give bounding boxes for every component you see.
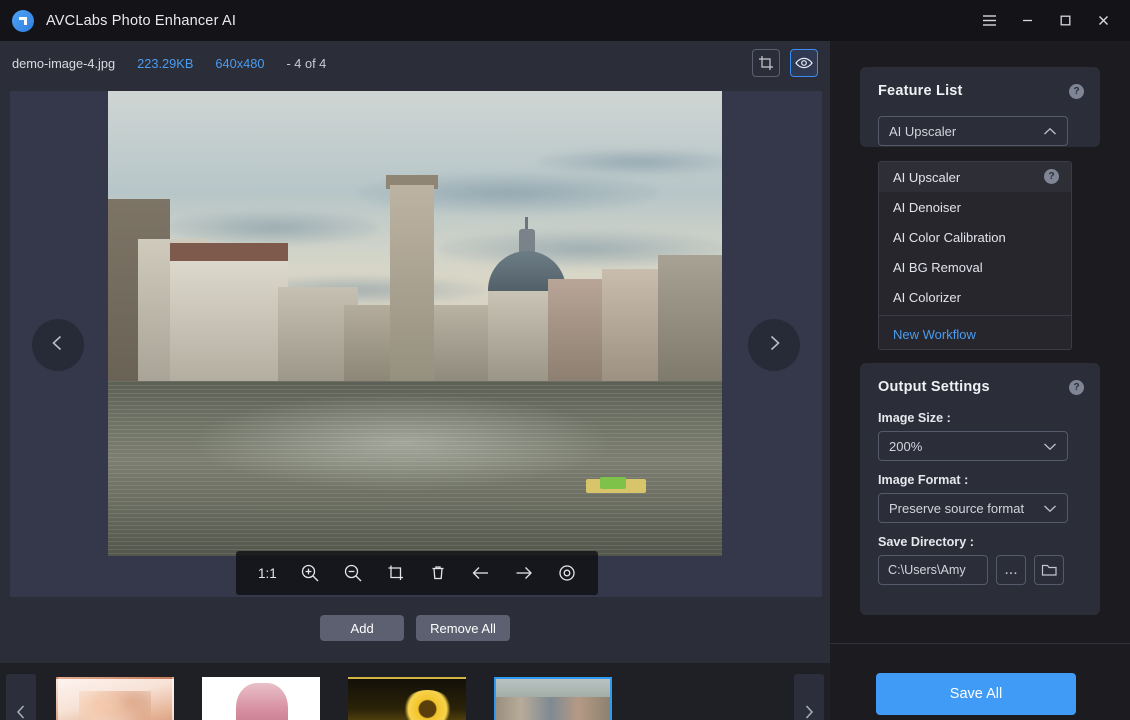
trash-icon[interactable] [423,558,453,588]
feature-select-value: AI Upscaler [889,124,956,139]
chevron-up-icon [1043,124,1057,139]
feature-option-label: AI Colorizer [893,290,961,305]
dropdown-divider [879,315,1071,316]
save-directory-row: C:\Users\Amy ... [878,555,1064,585]
settings-sidebar: Feature List ? AI Upscaler Output Settin… [830,41,1130,720]
hamburger-menu-icon[interactable] [970,0,1008,41]
window-controls [970,0,1130,41]
image-format-label: Image Format : [878,473,968,487]
file-info-bar: demo-image-4.jpg 223.29KB 640x480 - 4 of… [0,41,830,85]
title-bar: AVCLabs Photo Enhancer AI [0,0,1130,41]
thumbnail-sunflower[interactable] [348,677,466,720]
image-format-select[interactable]: Preserve source format [878,493,1068,523]
feature-option-ai-upscaler[interactable]: AI Upscaler ? [879,162,1071,192]
preview-image [108,91,722,556]
help-icon[interactable]: ? [1044,169,1059,184]
preview-mode-buttons [752,49,818,77]
new-workflow-label: New Workflow [893,327,976,342]
remove-all-button[interactable]: Remove All [416,615,510,641]
add-button[interactable]: Add [320,615,404,641]
building [488,291,552,381]
crop-icon[interactable] [752,49,780,77]
strip-next-button[interactable] [794,674,824,720]
help-icon[interactable]: ? [1069,84,1084,99]
minimize-icon[interactable] [1008,0,1046,41]
previous-image-button[interactable] [32,319,84,371]
editor-area: demo-image-4.jpg 223.29KB 640x480 - 4 of… [0,41,830,720]
thumbnail-list [42,677,788,720]
building [170,261,288,381]
file-name: demo-image-4.jpg [12,56,115,71]
feature-option-ai-colorizer[interactable]: AI Colorizer [879,282,1071,312]
eye-icon[interactable] [790,49,818,77]
building [658,255,722,381]
next-image-button[interactable] [748,319,800,371]
strip-prev-button[interactable] [6,674,36,720]
feature-list-card: Feature List ? AI Upscaler [860,67,1100,147]
close-icon[interactable] [1084,0,1122,41]
thumbnail-venice-canal[interactable] [494,677,612,720]
thumbnail-anime-portrait[interactable] [202,677,320,720]
file-counter: - 4 of 4 [286,56,326,71]
feature-list-title: Feature List [878,83,963,99]
app-window: AVCLabs Photo Enhancer AI demo-image [0,0,1130,720]
footer-divider [830,643,1130,644]
arrow-right-icon[interactable] [509,558,539,588]
feature-option-ai-denoiser[interactable]: AI Denoiser [879,192,1071,222]
maximize-icon[interactable] [1046,0,1084,41]
water-reflection [108,381,722,556]
chevron-down-icon [1043,501,1057,516]
building [602,269,662,381]
eye-icon[interactable] [552,558,582,588]
feature-option-label: AI Denoiser [893,200,961,215]
save-all-button[interactable]: Save All [876,673,1076,715]
browse-button[interactable]: ... [996,555,1026,585]
file-size: 223.29KB [137,56,193,71]
image-size-value: 200% [889,439,922,454]
boat-accent [600,477,626,489]
actual-size-button[interactable]: 1:1 [252,558,282,588]
chevron-left-icon [48,333,68,358]
dome-lantern [519,229,535,253]
help-icon[interactable]: ? [1069,380,1084,395]
thumbnail-friends-selfie[interactable] [56,677,174,720]
feature-option-label: AI Upscaler [893,170,960,185]
thumbnail-strip [0,663,830,720]
building [548,279,606,381]
file-dimensions: 640x480 [215,56,264,71]
zoom-out-icon[interactable] [338,558,368,588]
folder-open-icon[interactable] [1034,555,1064,585]
save-directory-input[interactable]: C:\Users\Amy [878,555,988,585]
feature-option-label: AI Color Calibration [893,230,1006,245]
zoom-in-icon[interactable] [295,558,325,588]
feature-option-ai-color-calibration[interactable]: AI Color Calibration [879,222,1071,252]
image-size-select[interactable]: 200% [878,431,1068,461]
feature-option-ai-bg-removal[interactable]: AI BG Removal [879,252,1071,282]
chevron-down-icon [1043,439,1057,454]
output-settings-card: Output Settings ? Image Size : 200% Imag… [860,363,1100,615]
image-toolbar: 1:1 [236,551,598,595]
file-action-bar: Add Remove All [0,603,830,653]
output-settings-title: Output Settings [878,379,990,395]
campanile-tower [390,185,434,381]
crop-icon[interactable] [381,558,411,588]
image-size-label: Image Size : [878,411,951,425]
arrow-left-icon[interactable] [466,558,496,588]
image-preview-stage: 1:1 [10,91,822,597]
save-directory-label: Save Directory : [878,535,974,549]
app-logo-icon [12,10,34,32]
image-format-value: Preserve source format [889,501,1024,516]
feature-select[interactable]: AI Upscaler [878,116,1068,146]
new-workflow-button[interactable]: New Workflow [879,319,1071,349]
chevron-right-icon [764,333,784,358]
feature-dropdown-menu: AI Upscaler ? AI Denoiser AI Color Calib… [878,161,1072,350]
cloud [538,149,722,175]
feature-option-label: AI BG Removal [893,260,983,275]
app-title: AVCLabs Photo Enhancer AI [46,13,236,29]
building [434,305,490,381]
